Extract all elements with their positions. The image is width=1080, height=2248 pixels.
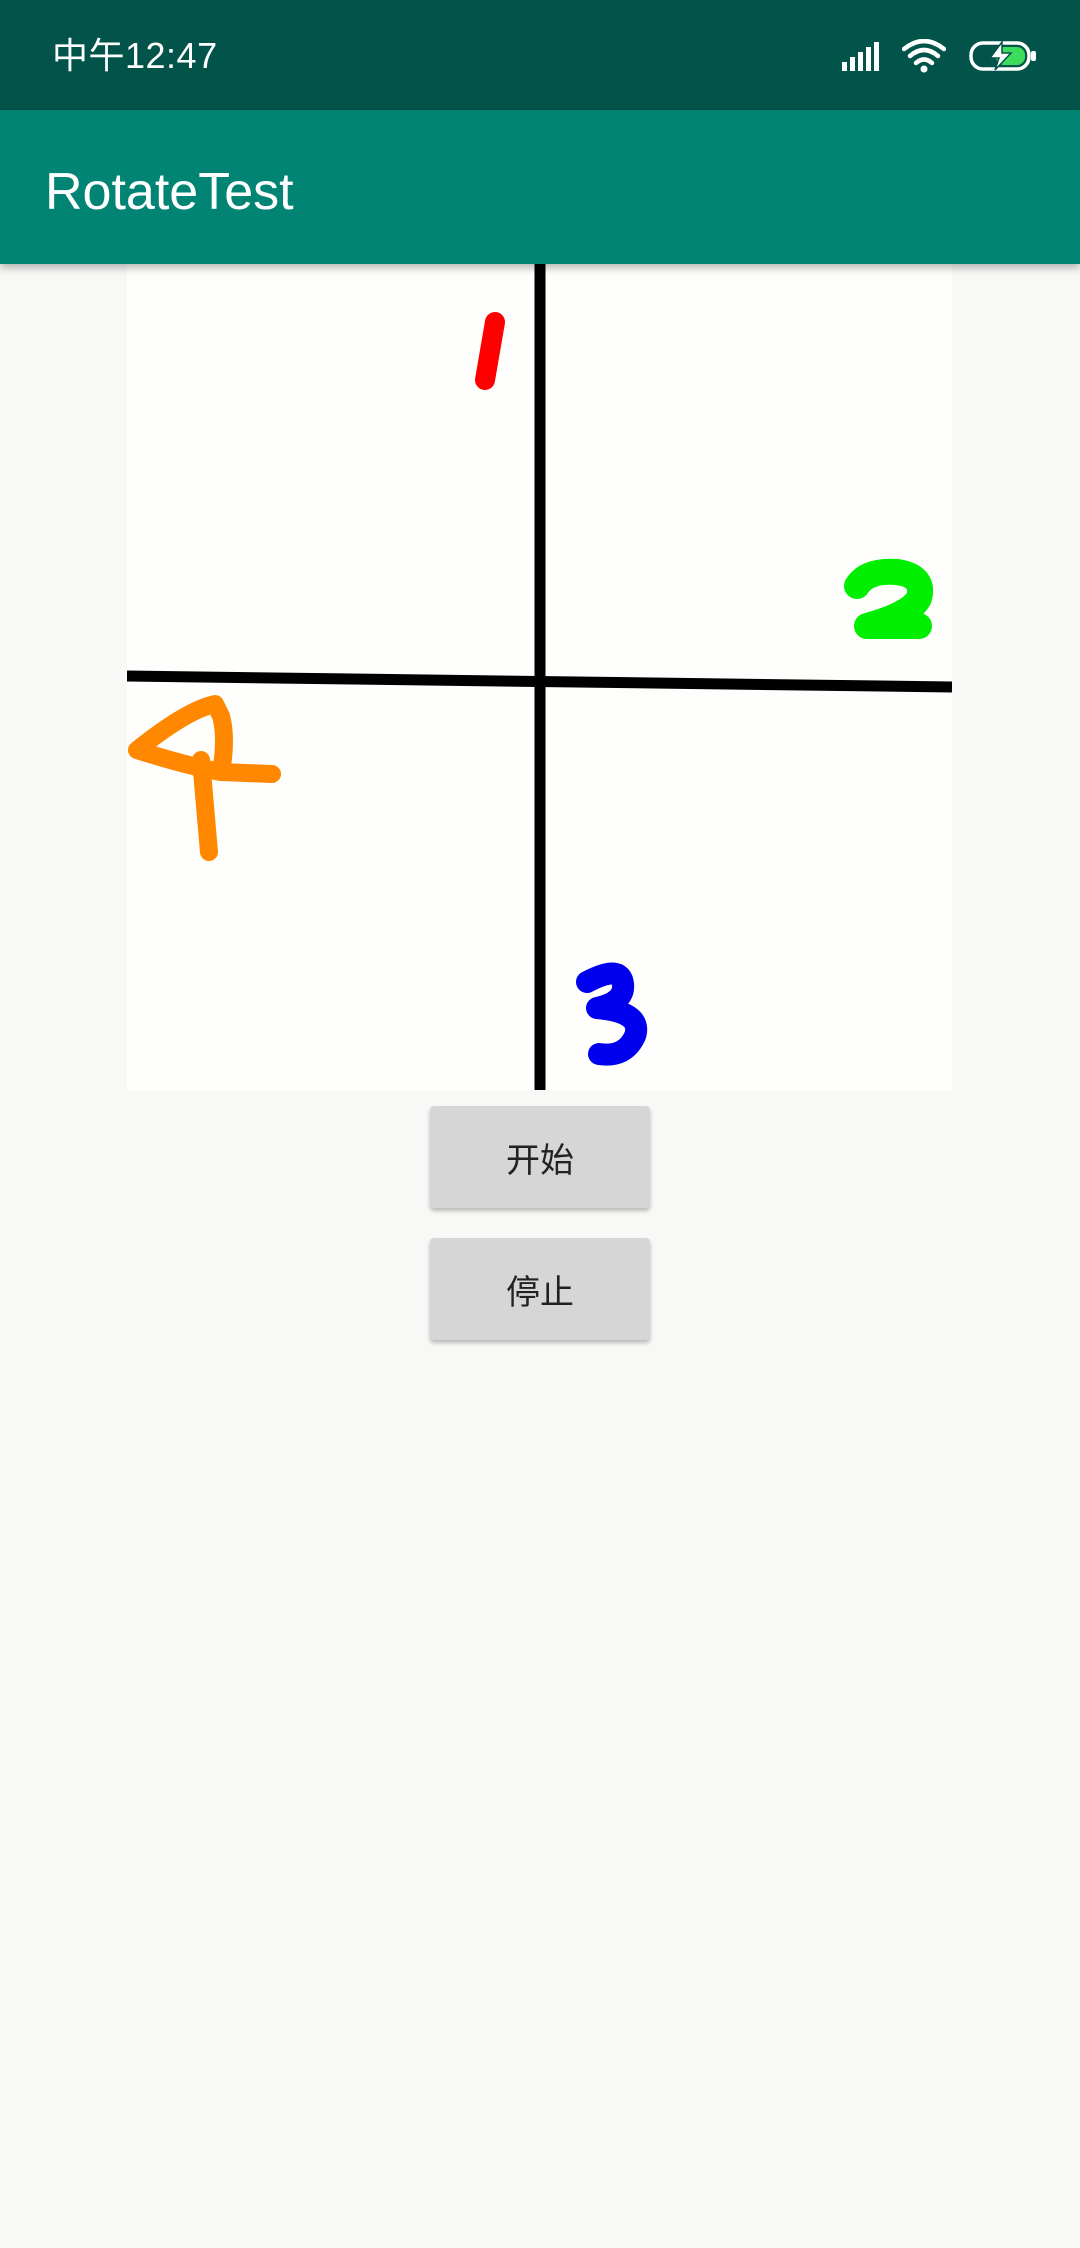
- app-title: RotateTest: [45, 163, 294, 221]
- digit-2-drawing: [844, 558, 933, 639]
- digit-4-drawing: [128, 695, 281, 861]
- battery-charging-icon: [968, 39, 1038, 78]
- horizontal-axis-line: [127, 670, 952, 693]
- start-button[interactable]: 开始: [430, 1106, 650, 1208]
- signal-icon: [840, 40, 880, 77]
- stop-button[interactable]: 停止: [430, 1238, 650, 1340]
- app-bar: RotateTest: [0, 110, 1080, 264]
- status-bar: 中午12:47: [0, 0, 1080, 110]
- quadrant-drawing: [127, 264, 952, 1090]
- rotating-image: [127, 264, 952, 1090]
- digit-1-drawing: [475, 312, 505, 390]
- status-time: 中午12:47: [52, 35, 218, 76]
- wifi-icon: [901, 38, 947, 78]
- status-icons: [840, 38, 1038, 78]
- digit-3-drawing: [576, 962, 648, 1066]
